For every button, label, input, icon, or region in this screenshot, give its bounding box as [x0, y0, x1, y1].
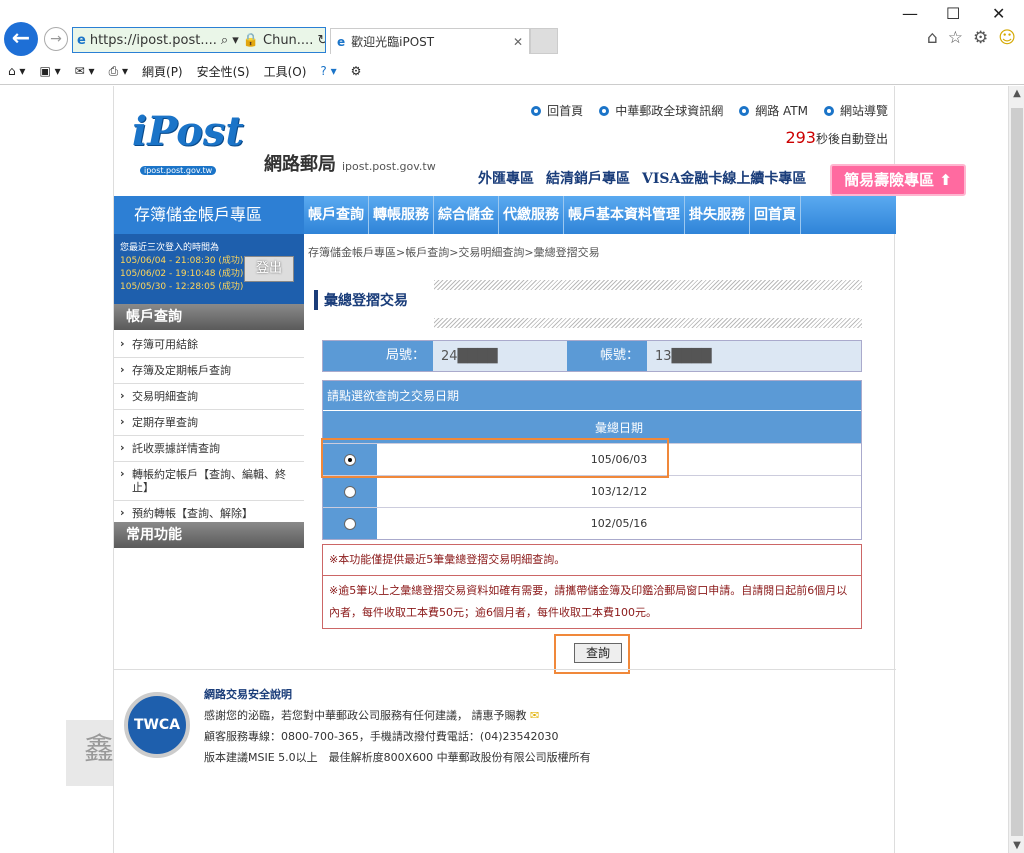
sidebar-section-common: 常用功能 — [114, 522, 304, 548]
sidebar-title: 存簿儲金帳戶專區 — [114, 196, 304, 234]
close-icon[interactable]: ✕ — [992, 4, 1005, 23]
account-label: 帳號： — [567, 341, 647, 371]
special-link-visa[interactable]: VISA金融卡線上續卡專區 — [642, 168, 806, 188]
sidebar-item-agreed-transfer[interactable]: 轉帳約定帳戶【查詢、編輯、終止】 — [114, 462, 304, 501]
sidebar-item-balance[interactable]: 存簿可用結餘 — [114, 332, 304, 358]
page-title: 彙總登摺交易 — [314, 290, 408, 310]
scroll-thumb[interactable] — [1011, 108, 1023, 836]
tab-title: 歡迎光臨iPOST — [351, 35, 435, 49]
home-icon[interactable]: ⌂ — [927, 28, 938, 48]
new-tab-button[interactable] — [530, 28, 558, 54]
top-link-atm[interactable]: 網路 ATM — [739, 102, 808, 119]
nav-payment[interactable]: 代繳服務 — [499, 196, 564, 234]
main-nav: 帳戶查詢 轉帳服務 綜合儲金 代繳服務 帳戶基本資料管理 掛失服務 回首頁 — [304, 196, 896, 234]
notice-line: ※逾5筆以上之彙總登摺交易資料如確有需要，請攜帶儲金簿及印鑑洽郵局窗口申請。自請… — [323, 575, 861, 628]
account-value: 13████ — [655, 348, 712, 364]
top-link-global[interactable]: 中華郵政全球資訊網 — [599, 102, 723, 119]
top-link-sitemap[interactable]: 網站導覽 — [823, 102, 888, 119]
forward-button[interactable]: → — [44, 27, 68, 51]
address-search-hint[interactable]: ⌕ ▾ — [221, 33, 239, 48]
sidebar-menu: 存簿可用結餘 存簿及定期帳戶查詢 交易明細查詢 定期存單查詢 託收票據詳情查詢 … — [114, 332, 304, 527]
mail-icon[interactable]: ✉ ▾ — [75, 64, 95, 78]
site-identity: Chun.... — [263, 32, 314, 48]
ipost-site: iPost ipost.post.gov.tw 網路郵局 ipost.post.g… — [113, 86, 966, 853]
home-icon[interactable]: ⌂ ▾ — [8, 64, 25, 78]
branch-value: 24████ — [441, 348, 498, 364]
nav-home[interactable]: 回首頁 — [750, 196, 801, 234]
footer-text: 網路交易安全說明 感謝您的泌臨，若您對中華郵政公司服務有任何建議， 請惠予賜教 … — [204, 684, 591, 768]
date-radio[interactable] — [344, 485, 356, 498]
date-cell: 102/05/16 — [377, 508, 861, 539]
sidebar-item-transactions[interactable]: 交易明細查詢 — [114, 384, 304, 410]
feeds-icon[interactable]: ▣ ▾ — [39, 64, 60, 78]
favorites-icon[interactable]: ☆ — [948, 28, 963, 48]
special-link-close[interactable]: 結清銷戶專區 — [546, 168, 630, 188]
lock-icon: 🔒 — [242, 32, 259, 48]
table-row[interactable]: 102/05/16 — [323, 507, 861, 539]
close-tab-icon[interactable]: ✕ — [513, 35, 523, 49]
date-radio[interactable] — [344, 517, 356, 530]
table-row[interactable]: 103/12/12 — [323, 475, 861, 507]
refresh-icon[interactable]: ↻ — [317, 33, 325, 48]
title-hatch — [434, 280, 862, 290]
brand-url: ipost.post.gov.tw — [342, 160, 436, 173]
ie-icon: e — [77, 32, 86, 48]
notice-box: ※本功能僅提供最近5筆彙總登摺交易明細查詢。 ※逾5筆以上之彙總登摺交易資料如確… — [322, 544, 862, 629]
nav-transfer[interactable]: 轉帳服務 — [369, 196, 434, 234]
smiley-icon[interactable]: ☺ — [998, 28, 1016, 48]
scroll-up-icon[interactable]: ▲ — [1009, 88, 1024, 99]
ie-icon: e — [337, 34, 346, 49]
back-button[interactable]: ← — [4, 22, 38, 56]
mail-icon[interactable]: ✉ — [530, 709, 539, 722]
address-bar[interactable]: e https://ipost.post.... ⌕ ▾ 🔒 Chun.... … — [72, 27, 326, 53]
sidebar-item-deposit[interactable]: 定期存單查詢 — [114, 410, 304, 436]
logout-countdown: 293秒後自動登出 — [785, 128, 888, 147]
twca-seal[interactable]: TWCA — [124, 692, 190, 758]
sidebar-item-collection[interactable]: 託收票據詳情查詢 — [114, 436, 304, 462]
nav-savings[interactable]: 綜合儲金 — [434, 196, 499, 234]
minimize-icon[interactable]: — — [902, 4, 918, 23]
notice-line: ※本功能僅提供最近5筆彙總登摺交易明細查詢。 — [329, 553, 566, 566]
selection-highlight — [321, 438, 669, 478]
top-link-home[interactable]: 回首頁 — [531, 102, 583, 119]
date-cell: 103/12/12 — [377, 476, 861, 507]
logout-button[interactable]: 登出 — [244, 256, 294, 282]
query-button[interactable]: 查詢 — [574, 643, 622, 663]
footer-divider — [114, 669, 896, 670]
breadcrumb: 存簿儲金帳戶專區>帳戶查詢>交易明細查詢>彙總登摺交易 — [308, 246, 600, 259]
branch-label: 局號： — [323, 341, 433, 371]
security-link[interactable]: 網路交易安全說明 — [204, 684, 591, 705]
scrollbar[interactable]: ▲ ▼ — [1008, 86, 1024, 853]
sidebar-item-fixed[interactable]: 存簿及定期帳戶查詢 — [114, 358, 304, 384]
sidebar-section-account: 帳戶查詢 — [114, 304, 304, 330]
brand-title: 網路郵局 ipost.post.gov.tw — [264, 154, 436, 175]
nav-account-info[interactable]: 帳戶基本資料管理 — [564, 196, 685, 234]
gear-icon[interactable]: ⚙ — [351, 64, 362, 78]
special-links: 外匯專區 結清銷戶專區 VISA金融卡線上續卡專區 — [478, 168, 806, 188]
gear-icon[interactable]: ⚙ — [973, 28, 988, 48]
help-icon[interactable]: ? ▾ — [320, 64, 336, 78]
url-text: https://ipost.post.... — [89, 32, 217, 48]
ipost-logo[interactable]: iPost ipost.post.gov.tw — [132, 108, 262, 178]
browser-chrome: ← → e https://ipost.post.... ⌕ ▾ 🔒 Chun.… — [0, 0, 1024, 85]
scroll-down-icon[interactable]: ▼ — [1009, 840, 1024, 851]
maximize-icon[interactable]: ☐ — [946, 4, 960, 23]
select-prompt: 請點選欲查詢之交易日期 — [323, 381, 861, 411]
special-link-fx[interactable]: 外匯專區 — [478, 168, 534, 188]
menu-page[interactable]: 網頁(P) — [142, 63, 183, 80]
life-insurance-button[interactable]: 簡易壽險專區 ⬆ — [830, 164, 966, 196]
login-history: 您最近三次登入的時間為 105/06/04 - 21:08:30 (成功) 10… — [114, 234, 304, 304]
print-icon[interactable]: ⎙ ▾ — [109, 64, 128, 79]
title-hatch — [434, 318, 862, 328]
top-links: 回首頁 中華郵政全球資訊網 網路 ATM 網站導覽 — [531, 102, 888, 119]
menu-safety[interactable]: 安全性(S) — [197, 63, 250, 80]
nav-loss-report[interactable]: 掛失服務 — [685, 196, 750, 234]
nav-account-query[interactable]: 帳戶查詢 — [304, 196, 369, 234]
tab-ipost[interactable]: e 歡迎光臨iPOST ✕ — [330, 28, 530, 54]
menu-tools[interactable]: 工具(O) — [264, 63, 307, 80]
account-info: 局號： 24████ 帳號： 13████ — [322, 340, 862, 372]
